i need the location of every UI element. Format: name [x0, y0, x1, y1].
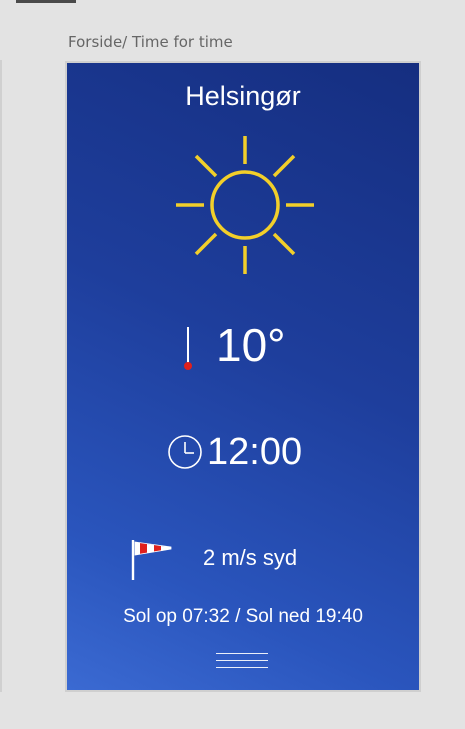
- temperature-value: 10°: [216, 319, 286, 371]
- thermometer-icon: [184, 327, 192, 370]
- weather-screen: Helsingør 10° 12:00 2 m/s syd Sol op 07:…: [65, 61, 421, 692]
- hamburger-menu-icon[interactable]: [216, 649, 268, 673]
- clock-icon: [168, 435, 202, 469]
- city-name: Helsingør: [185, 81, 301, 111]
- breadcrumb: Forside/ Time for time: [68, 33, 233, 51]
- wind-value: 2 m/s syd: [203, 545, 298, 570]
- time-value: 12:00: [207, 431, 303, 473]
- sun-icon: [176, 136, 314, 274]
- windsock-icon: [131, 540, 172, 580]
- sunrise-sunset-text: Sol op 07:32 / Sol ned 19:40: [123, 606, 363, 627]
- top-tab-indicator: [16, 0, 76, 3]
- left-panel-edge: [0, 60, 2, 692]
